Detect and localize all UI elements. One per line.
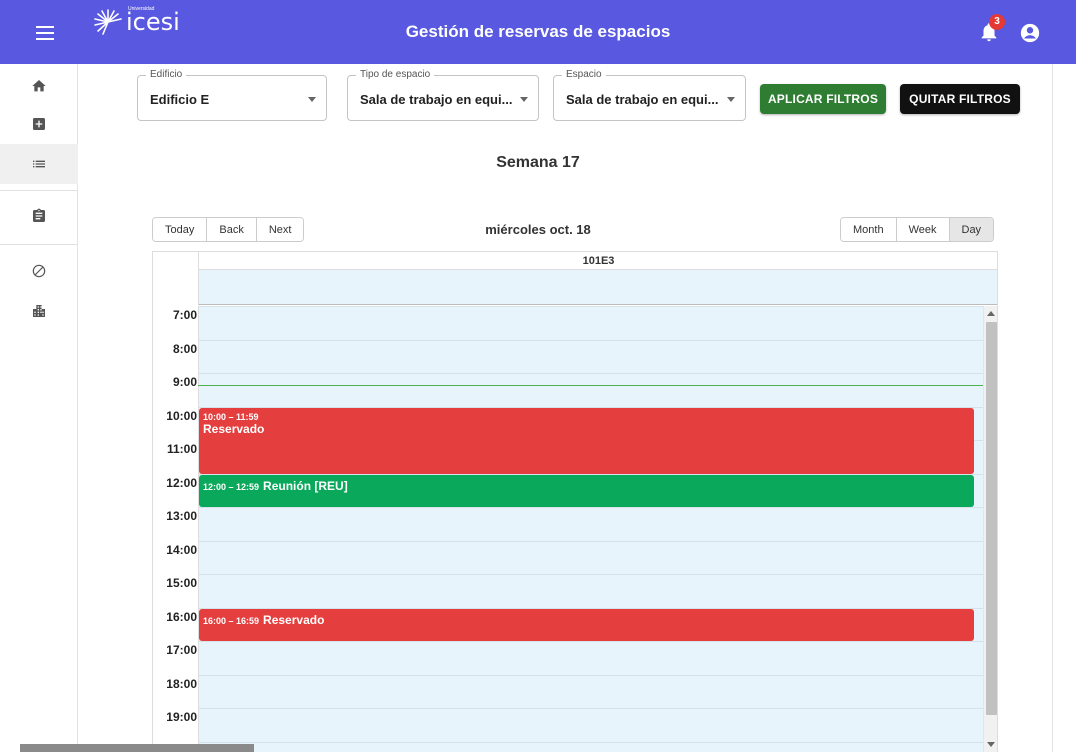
sidebar-item-home[interactable]	[0, 66, 78, 106]
view-week-button[interactable]: Week	[896, 218, 950, 241]
building-select[interactable]: Edificio Edificio E	[137, 69, 327, 121]
time-grid-column[interactable]	[198, 306, 984, 752]
sidebar-item-block[interactable]	[0, 251, 78, 291]
add-box-icon	[33, 118, 45, 130]
sidebar-item-add[interactable]	[0, 104, 78, 144]
event-title: Reservado	[203, 421, 265, 436]
hour-line	[199, 641, 984, 642]
hour-line	[199, 339, 984, 341]
space-select[interactable]: Espacio Sala de trabajo en equi...	[553, 69, 746, 121]
chevron-down-icon	[520, 97, 528, 102]
time-grid: 7:00 8:00 9:00 10:00 11:00 12:00 13:00 14:00 15:…	[153, 306, 997, 752]
hour-line	[199, 306, 984, 307]
time-label: 19:00	[166, 710, 197, 724]
logo-text: icesi	[126, 8, 180, 36]
logo-burst-icon	[94, 9, 122, 35]
building-select-label: Edificio	[146, 69, 187, 80]
building-select-value: Edificio E	[150, 92, 210, 107]
current-time-indicator	[198, 384, 983, 386]
event-time: 12:00 – 12:59	[203, 481, 260, 492]
apply-filters-button[interactable]: APLICAR FILTROS	[760, 84, 886, 114]
calendar-event[interactable]: 16:00 – 16:59 Reservado	[199, 608, 974, 641]
space-select-value: Sala de trabajo en equi...	[566, 92, 719, 107]
block-icon	[32, 264, 46, 278]
hour-line	[199, 507, 984, 508]
event-title: Reservado	[263, 612, 325, 627]
time-label: 17:00	[166, 643, 197, 657]
page: Universidad icesi Gestión de reservas de…	[0, 0, 1076, 752]
hour-line	[199, 540, 984, 542]
hour-line	[199, 373, 984, 374]
resource-header: 101E3	[198, 252, 997, 270]
status-strip	[20, 744, 254, 752]
menu-icon[interactable]	[36, 26, 54, 40]
event-title: Reunión [REU]	[263, 478, 348, 493]
time-label: 7:00	[172, 308, 197, 322]
hour-line	[199, 674, 984, 676]
time-label: 8:00	[172, 341, 197, 356]
sidebar-divider	[0, 244, 78, 245]
space-type-select-label: Tipo de espacio	[356, 69, 435, 80]
all-day-row[interactable]	[198, 270, 997, 305]
sidebar-divider	[0, 190, 78, 191]
week-title: Semana 17	[496, 154, 580, 171]
clear-filters-button[interactable]: QUITAR FILTROS	[900, 84, 1020, 114]
time-label: 18:00	[166, 676, 197, 691]
space-select-label: Espacio	[562, 69, 606, 80]
space-type-select[interactable]: Tipo de espacio Sala de trabajo en equi.…	[347, 69, 539, 121]
event-content: 16:00 – 16:59 Reservado	[203, 613, 970, 627]
calendar-event[interactable]: 12:00 – 12:59 Reunión [REU]	[199, 474, 974, 507]
time-label: 9:00	[172, 375, 197, 389]
time-label: 13:00	[166, 509, 197, 523]
day-calendar: 101E3 7:00 8:00 9:00 10:00 11:00 12:00 13:00 14…	[152, 251, 998, 752]
time-label: 14:00	[166, 542, 197, 557]
sidebar-item-building[interactable]	[0, 291, 78, 331]
time-label: 16:00	[166, 609, 197, 624]
hour-line	[199, 574, 984, 575]
view-day-button[interactable]: Day	[949, 218, 994, 241]
icesi-logo: Universidad icesi	[92, 6, 180, 36]
app-header: Universidad icesi Gestión de reservas de…	[0, 0, 1076, 64]
account-icon[interactable]	[1019, 22, 1041, 44]
event-time: 16:00 – 16:59	[203, 615, 260, 626]
home-icon	[32, 80, 46, 92]
building-icon	[33, 305, 45, 317]
calendar-scrollbar[interactable]	[983, 306, 997, 752]
time-label: 11:00	[166, 442, 197, 456]
chevron-down-icon	[308, 97, 316, 102]
time-label: 15:00	[166, 576, 197, 590]
space-type-select-value: Sala de trabajo en equi...	[360, 92, 513, 107]
event-time: 10:00 – 11:59	[203, 411, 259, 422]
logo-subtitle: Universidad	[128, 6, 155, 12]
time-label: 10:00	[166, 408, 197, 423]
scroll-down-icon[interactable]	[987, 742, 995, 747]
scroll-up-icon[interactable]	[987, 311, 995, 316]
hour-line	[199, 741, 984, 743]
event-content: 12:00 – 12:59 Reunión [REU]	[203, 479, 970, 493]
calendar-event[interactable]: 10:00 – 11:59 Reservado	[199, 407, 974, 474]
view-month-button[interactable]: Month	[841, 218, 897, 241]
notifications-badge: 3	[989, 14, 1005, 30]
scrollbar-thumb[interactable]	[986, 322, 997, 715]
calendar-view-group: Month Week Day	[840, 217, 995, 242]
chevron-down-icon	[727, 97, 735, 102]
time-label: 12:00	[166, 475, 197, 490]
hour-line	[199, 708, 984, 709]
